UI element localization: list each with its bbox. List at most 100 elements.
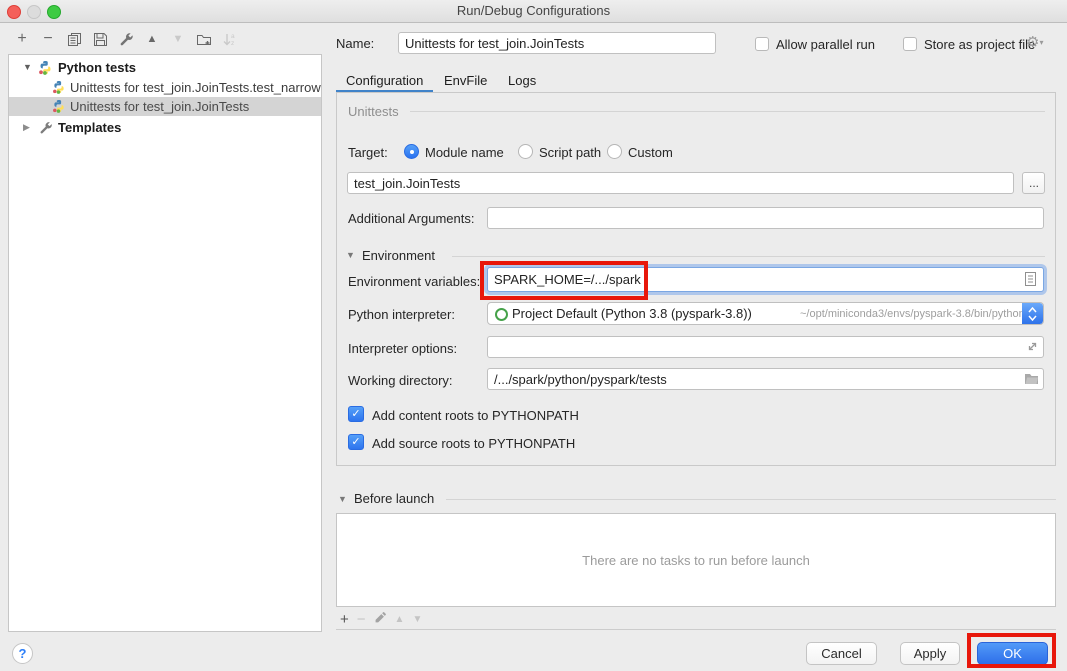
browse-folder-icon[interactable] [1024, 372, 1039, 388]
interpreter-options-input[interactable] [487, 336, 1044, 358]
working-directory-label: Working directory: [348, 373, 453, 388]
target-script-path-label: Script path [539, 145, 601, 160]
question-icon: ? [19, 646, 27, 661]
configurations-tree: ▼ Python tests Unittests for test_join.J… [8, 54, 322, 632]
tree-item-unittests-narrow[interactable]: Unittests for test_join.JoinTests.test_n… [9, 78, 321, 97]
python-interpreter-select[interactable]: Project Default (Python 3.8 (pyspark-3.8… [487, 302, 1044, 325]
module-name-input[interactable] [347, 172, 1014, 194]
down-arrow-icon: ▼ [173, 33, 184, 45]
tree-item-templates[interactable]: ▶ Templates [9, 118, 321, 137]
checkmark-icon: ✓ [351, 408, 360, 420]
store-as-project-file-label: Store as project file [924, 37, 1035, 52]
move-task-down-button[interactable]: ▼ [412, 614, 422, 625]
edit-templates-button[interactable] [118, 30, 134, 48]
remove-configuration-button[interactable]: − [40, 30, 56, 48]
store-as-project-file-checkbox[interactable] [903, 37, 917, 51]
copy-configuration-button[interactable] [66, 30, 82, 48]
environment-variables-label: Environment variables: [348, 274, 480, 289]
browse-module-button[interactable]: ... [1022, 172, 1045, 194]
python-interpreter-value: Project Default (Python 3.8 (pyspark-3.8… [512, 306, 752, 321]
add-source-roots-checkbox[interactable]: ✓ [348, 434, 364, 450]
target-custom-radio[interactable] [607, 144, 622, 159]
allow-parallel-run-label: Allow parallel run [776, 37, 875, 52]
edit-task-button[interactable] [374, 611, 387, 627]
tree-item-label: Unittests for test_join.JoinTests [70, 97, 249, 116]
expand-collapse-icon[interactable]: ▼ [23, 58, 32, 77]
svg-text:z: z [231, 40, 234, 47]
wrench-icon [119, 32, 134, 47]
create-folder-button[interactable] [196, 30, 212, 48]
python-interpreter-label: Python interpreter: [348, 307, 455, 322]
save-icon [93, 32, 108, 47]
tab-envfile[interactable]: EnvFile [444, 70, 487, 92]
tree-item-label: Unittests for test_join.JoinTests.test_n… [70, 78, 321, 97]
up-arrow-icon: ▲ [147, 33, 158, 45]
help-button[interactable]: ? [12, 643, 33, 664]
interpreter-dropdown-spinner[interactable] [1022, 303, 1043, 324]
remove-task-button[interactable]: − [357, 611, 366, 628]
run-debug-configurations-dialog: Run/Debug Configurations + − ▲ ▼ az ▼ Py [0, 0, 1067, 671]
environment-section-separator [452, 256, 1045, 257]
no-tasks-message: There are no tasks to run before launch [582, 553, 810, 568]
before-launch-separator [446, 499, 1056, 500]
tree-item-python-tests[interactable]: ▼ Python tests [9, 58, 321, 77]
copy-icon [67, 32, 82, 47]
minus-icon: − [43, 30, 52, 48]
tree-item-label: Python tests [58, 58, 136, 77]
expand-collapse-icon[interactable]: ▶ [23, 118, 30, 137]
tab-logs[interactable]: Logs [508, 70, 536, 92]
move-task-up-button[interactable]: ▲ [395, 614, 405, 625]
environment-collapse-icon[interactable]: ▼ [346, 250, 355, 260]
ok-button[interactable]: OK [977, 642, 1048, 665]
target-script-path-radio[interactable] [518, 144, 533, 159]
store-settings-gear-icon[interactable]: ⚙▾ [1026, 33, 1043, 51]
move-down-button[interactable]: ▼ [170, 30, 186, 48]
pencil-icon [374, 611, 387, 624]
apply-button[interactable]: Apply [900, 642, 960, 665]
name-label: Name: [336, 36, 374, 51]
add-content-roots-label: Add content roots to PYTHONPATH [372, 408, 579, 423]
checkmark-icon: ✓ [351, 436, 360, 448]
environment-variables-input[interactable] [487, 267, 1044, 292]
configurations-toolbar: + − ▲ ▼ az [14, 30, 238, 48]
tree-item-label: Templates [58, 118, 121, 137]
add-content-roots-checkbox[interactable]: ✓ [348, 406, 364, 422]
additional-arguments-input[interactable] [487, 207, 1044, 229]
before-launch-toolbar: + − ▲ ▼ [340, 610, 422, 628]
add-configuration-button[interactable]: + [14, 30, 30, 48]
window-title: Run/Debug Configurations [0, 0, 1067, 22]
python-tests-icon [38, 60, 53, 77]
before-launch-section-title: Before launch [354, 491, 434, 506]
save-configuration-button[interactable] [92, 30, 108, 48]
working-directory-input[interactable] [487, 368, 1044, 390]
python-interpreter-path: ~/opt/miniconda3/envs/pyspark-3.8/bin/py… [800, 308, 1025, 320]
unittests-section-separator [410, 111, 1045, 112]
sort-configurations-button[interactable]: az [222, 30, 238, 48]
target-label: Target: [348, 145, 388, 160]
python-test-icon [52, 80, 66, 97]
edit-environment-variables-icon[interactable] [1024, 271, 1037, 290]
name-input[interactable] [398, 32, 716, 54]
expand-field-icon[interactable] [1026, 340, 1039, 356]
target-module-name-radio[interactable] [404, 144, 419, 159]
sort-alphabetically-icon: az [223, 32, 237, 47]
move-up-button[interactable]: ▲ [144, 30, 160, 48]
tab-configuration[interactable]: Configuration [346, 70, 423, 92]
plus-icon: + [17, 30, 26, 48]
add-source-roots-label: Add source roots to PYTHONPATH [372, 436, 575, 451]
svg-text:a: a [231, 33, 235, 40]
environment-section-title: Environment [362, 248, 435, 263]
cancel-button[interactable]: Cancel [806, 642, 877, 665]
tree-item-unittests-jointests-selected[interactable]: Unittests for test_join.JoinTests [9, 97, 321, 116]
target-module-name-label: Module name [425, 145, 504, 160]
add-task-button[interactable]: + [340, 611, 349, 628]
title-bar: Run/Debug Configurations [0, 0, 1067, 23]
allow-parallel-run-checkbox[interactable] [755, 37, 769, 51]
before-launch-collapse-icon[interactable]: ▼ [338, 494, 347, 504]
conda-environment-icon [495, 308, 508, 321]
unittests-section-title: Unittests [348, 104, 399, 119]
before-launch-tasks-list[interactable]: There are no tasks to run before launch [336, 513, 1056, 607]
templates-wrench-icon [39, 121, 53, 137]
interpreter-options-label: Interpreter options: [348, 341, 457, 356]
target-custom-label: Custom [628, 145, 673, 160]
